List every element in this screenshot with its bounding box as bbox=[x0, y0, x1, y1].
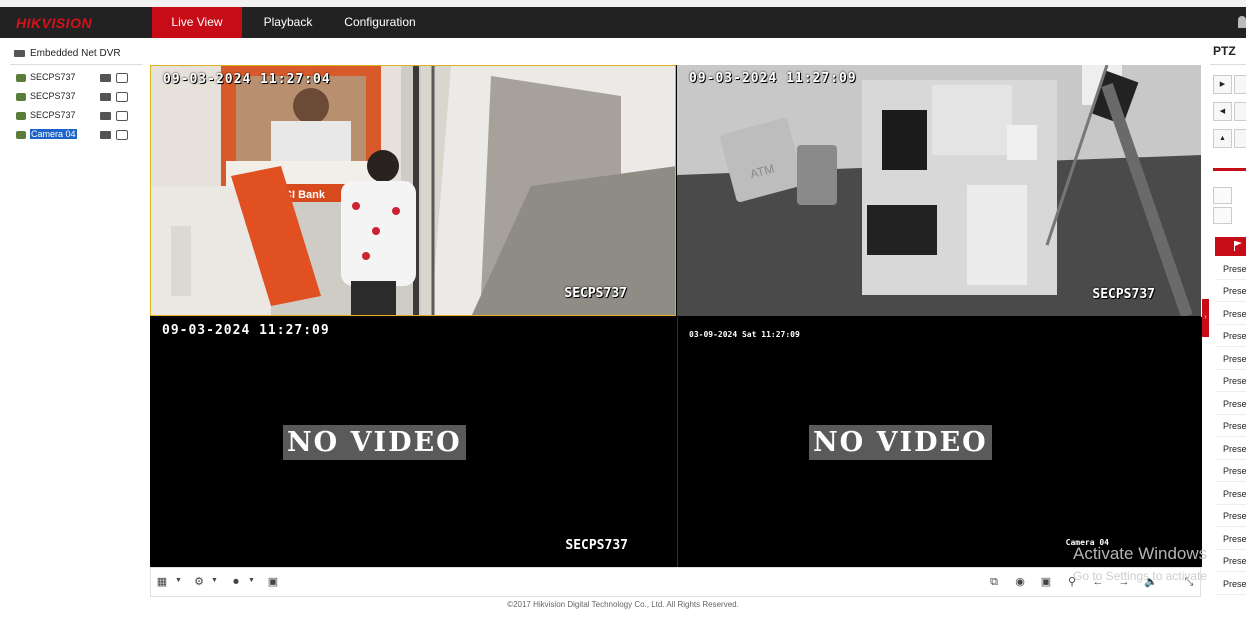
ptz-left-button[interactable]: ◀ bbox=[1213, 102, 1232, 121]
ptz-panel: PTZ ▶ ◀ ▲ Prese Prese Prese Prese Prese … bbox=[1210, 38, 1246, 598]
camera-label: SECPS737 bbox=[30, 110, 76, 120]
preset-item[interactable]: Prese bbox=[1215, 483, 1246, 505]
live-view-toolbar: ▦ ▼ ⚙ ▼ ⏺ ▼ ▣ ⧉ ◉ ▣ ⚲ ← → 🔈 ⤡ bbox=[150, 567, 1201, 597]
header: HIKVISION Live View Playback Configurati… bbox=[0, 7, 1246, 38]
camera-item-selected[interactable]: Camera 04 bbox=[16, 128, 136, 142]
tab-configuration[interactable]: Configuration bbox=[334, 7, 426, 38]
top-strip bbox=[0, 0, 1246, 7]
no-video-indicator: NO VIDEO bbox=[809, 425, 992, 460]
ptz-down-left-button[interactable]: ▲ bbox=[1213, 129, 1232, 148]
preset-item[interactable]: Prese bbox=[1215, 438, 1246, 460]
device-node[interactable]: Embedded Net DVR bbox=[14, 48, 121, 59]
stream-settings-icon[interactable] bbox=[116, 73, 128, 83]
preset-item[interactable]: Prese bbox=[1215, 258, 1246, 280]
flag-icon bbox=[1234, 241, 1242, 251]
collapse-ptz-button[interactable]: › bbox=[1202, 299, 1209, 337]
focus-icon[interactable] bbox=[1213, 207, 1232, 224]
timestamp-overlay: 09-03-2024 11:27:09 bbox=[689, 71, 857, 86]
preset-item[interactable]: Prese bbox=[1215, 573, 1246, 595]
preset-item[interactable]: Prese bbox=[1215, 280, 1246, 302]
divider bbox=[10, 64, 143, 65]
plugin-icon[interactable]: ▣ bbox=[267, 576, 279, 588]
tab-playback[interactable]: Playback bbox=[252, 7, 324, 38]
camera-status-icon bbox=[16, 112, 26, 120]
preset-item[interactable]: Prese bbox=[1215, 528, 1246, 550]
ptz-up-button[interactable] bbox=[1234, 75, 1246, 94]
preset-item[interactable]: Prese bbox=[1215, 505, 1246, 527]
timestamp-overlay: 09-03-2024 11:27:09 bbox=[162, 323, 330, 338]
copyright-footer: ©2017 Hikvision Digital Technology Co., … bbox=[507, 600, 739, 609]
preset-item[interactable]: Prese bbox=[1215, 550, 1246, 572]
preset-item[interactable]: Prese bbox=[1215, 393, 1246, 415]
preset-item[interactable]: Prese bbox=[1215, 325, 1246, 347]
stop-all-preview-icon[interactable]: ⧉ bbox=[988, 576, 1000, 588]
video-tile-4[interactable]: 03-09-2024 Sat 11:27:09 NO VIDEO Camera … bbox=[677, 317, 1202, 567]
stream-type-icon[interactable]: ⚙ bbox=[193, 576, 205, 588]
camera-name-overlay: SECPS737 bbox=[564, 286, 627, 301]
stream-settings-icon[interactable] bbox=[116, 92, 128, 102]
chevron-down-icon[interactable]: ▼ bbox=[248, 577, 255, 584]
activate-windows-title: Activate Windows bbox=[1073, 544, 1208, 563]
camera-item[interactable]: SECPS737 bbox=[16, 90, 136, 104]
ptz-down-button[interactable] bbox=[1234, 129, 1246, 148]
ptz-speed-slider[interactable] bbox=[1213, 168, 1246, 171]
timestamp-overlay: 03-09-2024 Sat 11:27:09 bbox=[689, 330, 800, 339]
live-view-grid: ICI Bank 09-03-2024 11:27:04 SECPS737 AT… bbox=[150, 65, 1202, 567]
timestamp-overlay: 09-03-2024 11:27:04 bbox=[163, 72, 331, 87]
camera-item[interactable]: SECPS737 bbox=[16, 71, 136, 85]
camera-label: Camera 04 bbox=[30, 129, 77, 139]
hikvision-logo: HIKVISION bbox=[16, 15, 93, 31]
camera-feed-utility-room: ATM bbox=[677, 65, 1201, 316]
microphone-icon[interactable]: ⏺ bbox=[230, 576, 242, 588]
device-tree: Embedded Net DVR SECPS737 SECPS737 SECPS… bbox=[0, 38, 145, 598]
camera-name-overlay: SECPS737 bbox=[565, 538, 628, 553]
capture-icon[interactable]: ◉ bbox=[1014, 576, 1026, 588]
record-icon[interactable] bbox=[100, 112, 111, 120]
dvr-icon bbox=[14, 50, 25, 57]
camera-label: SECPS737 bbox=[30, 72, 76, 82]
divider bbox=[1210, 64, 1246, 65]
camera-label: SECPS737 bbox=[30, 91, 76, 101]
chevron-down-icon[interactable]: ▼ bbox=[211, 577, 218, 584]
activate-windows-subtitle: Go to Settings to activate bbox=[1073, 569, 1208, 583]
device-name: Embedded Net DVR bbox=[30, 48, 121, 59]
preset-item[interactable]: Prese bbox=[1215, 415, 1246, 437]
stream-settings-icon[interactable] bbox=[116, 111, 128, 121]
ptz-title: PTZ bbox=[1213, 44, 1236, 58]
preset-item[interactable]: Prese bbox=[1215, 370, 1246, 392]
camera-item[interactable]: SECPS737 bbox=[16, 109, 136, 123]
camera-name-overlay: SECPS737 bbox=[1092, 287, 1155, 302]
record-all-icon[interactable]: ▣ bbox=[1040, 576, 1052, 588]
chevron-down-icon[interactable]: ▼ bbox=[175, 577, 182, 584]
ptz-center-button[interactable] bbox=[1234, 102, 1246, 121]
preset-item[interactable]: Prese bbox=[1215, 460, 1246, 482]
tab-live-view[interactable]: Live View bbox=[152, 7, 242, 38]
video-tile-1[interactable]: ICI Bank 09-03-2024 11:27:04 SECPS737 bbox=[150, 65, 676, 316]
video-tile-3[interactable]: 09-03-2024 11:27:09 NO VIDEO SECPS737 bbox=[150, 317, 676, 567]
light-icon[interactable] bbox=[1213, 187, 1232, 204]
video-tile-2[interactable]: ATM 09-03-2024 11:27:09 SECPS737 bbox=[677, 65, 1201, 316]
preset-item[interactable]: Prese bbox=[1215, 303, 1246, 325]
user-icon[interactable] bbox=[1238, 16, 1246, 28]
record-icon[interactable] bbox=[100, 74, 111, 82]
camera-status-icon bbox=[16, 74, 26, 82]
no-video-indicator: NO VIDEO bbox=[283, 425, 466, 460]
preset-tab[interactable] bbox=[1215, 237, 1246, 256]
camera-status-icon bbox=[16, 93, 26, 101]
ptz-up-left-button[interactable]: ▶ bbox=[1213, 75, 1232, 94]
stream-settings-icon[interactable] bbox=[116, 130, 128, 140]
preset-item[interactable]: Prese bbox=[1215, 348, 1246, 370]
window-layout-icon[interactable]: ▦ bbox=[156, 576, 168, 588]
record-icon[interactable] bbox=[100, 131, 111, 139]
record-icon[interactable] bbox=[100, 93, 111, 101]
camera-feed-atm-lobby: ICI Bank bbox=[151, 66, 675, 315]
camera-status-icon bbox=[16, 131, 26, 139]
